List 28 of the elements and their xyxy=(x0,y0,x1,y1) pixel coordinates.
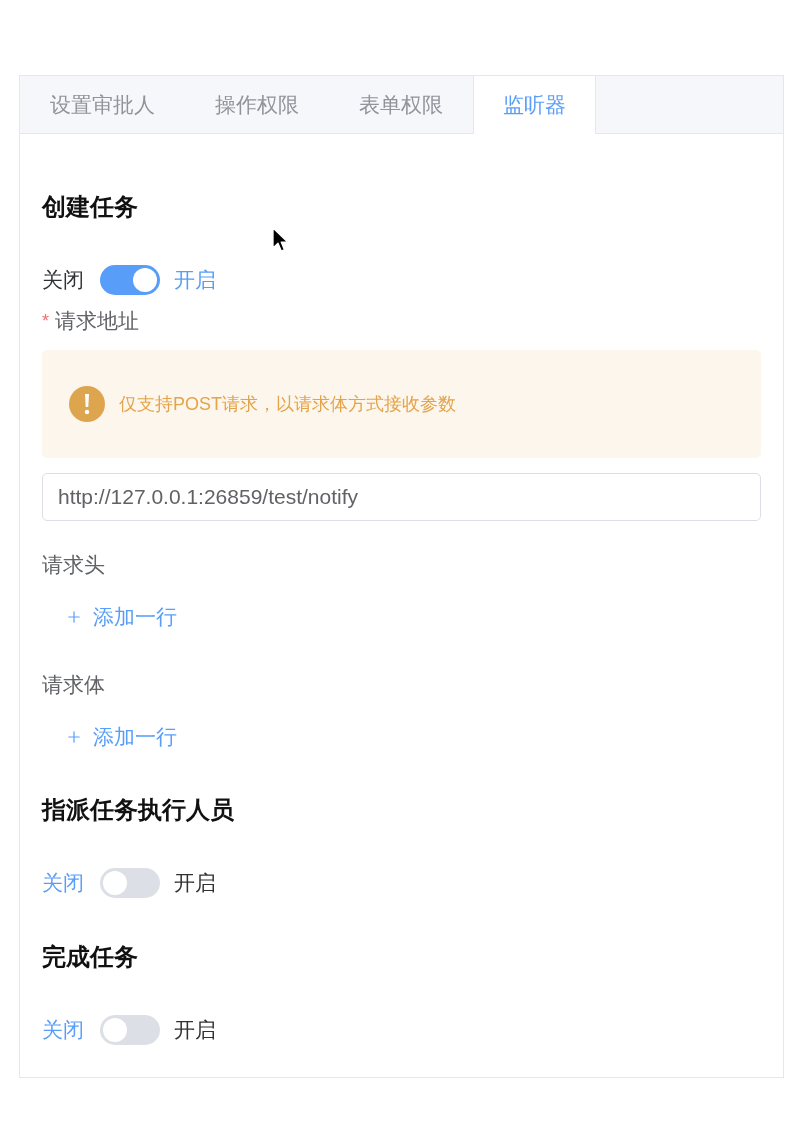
tab[interactable]: 设置审批人 xyxy=(20,76,185,133)
add-row-button[interactable]: 添加一行 xyxy=(65,723,177,751)
switch-on-label: 开启 xyxy=(174,267,216,293)
field-label: 请求地址 xyxy=(55,308,139,334)
tab[interactable]: 表单权限 xyxy=(329,76,473,133)
switch-off-label: 关闭 xyxy=(42,1017,84,1043)
toggle-switch[interactable] xyxy=(100,868,160,898)
plus-icon xyxy=(65,608,83,626)
switch-on-label: 开启 xyxy=(174,870,216,896)
tab[interactable]: 操作权限 xyxy=(185,76,329,133)
mouse-pointer-icon xyxy=(272,227,289,253)
switch-off-label: 关闭 xyxy=(42,267,84,293)
url-input[interactable]: http://127.0.0.1:26859/test/notify xyxy=(42,473,761,521)
alert-text: 仅支持POST请求，以请求体方式接收参数 xyxy=(119,393,456,416)
field-label: 请求头 xyxy=(42,552,105,578)
section-heading: 完成任务 xyxy=(42,942,138,972)
required-mark: * xyxy=(42,310,49,333)
section-heading: 指派任务执行人员 xyxy=(42,795,234,825)
field-label: 请求体 xyxy=(42,672,105,698)
warning-icon xyxy=(69,386,105,422)
switch-on-label: 开启 xyxy=(174,1017,216,1043)
toggle-switch[interactable] xyxy=(100,1015,160,1045)
add-row-button[interactable]: 添加一行 xyxy=(65,603,177,631)
plus-icon xyxy=(65,728,83,746)
section-heading: 创建任务 xyxy=(42,192,138,222)
toggle-switch[interactable] xyxy=(100,265,160,295)
switch-off-label: 关闭 xyxy=(42,870,84,896)
tab[interactable]: 监听器 xyxy=(473,76,596,134)
